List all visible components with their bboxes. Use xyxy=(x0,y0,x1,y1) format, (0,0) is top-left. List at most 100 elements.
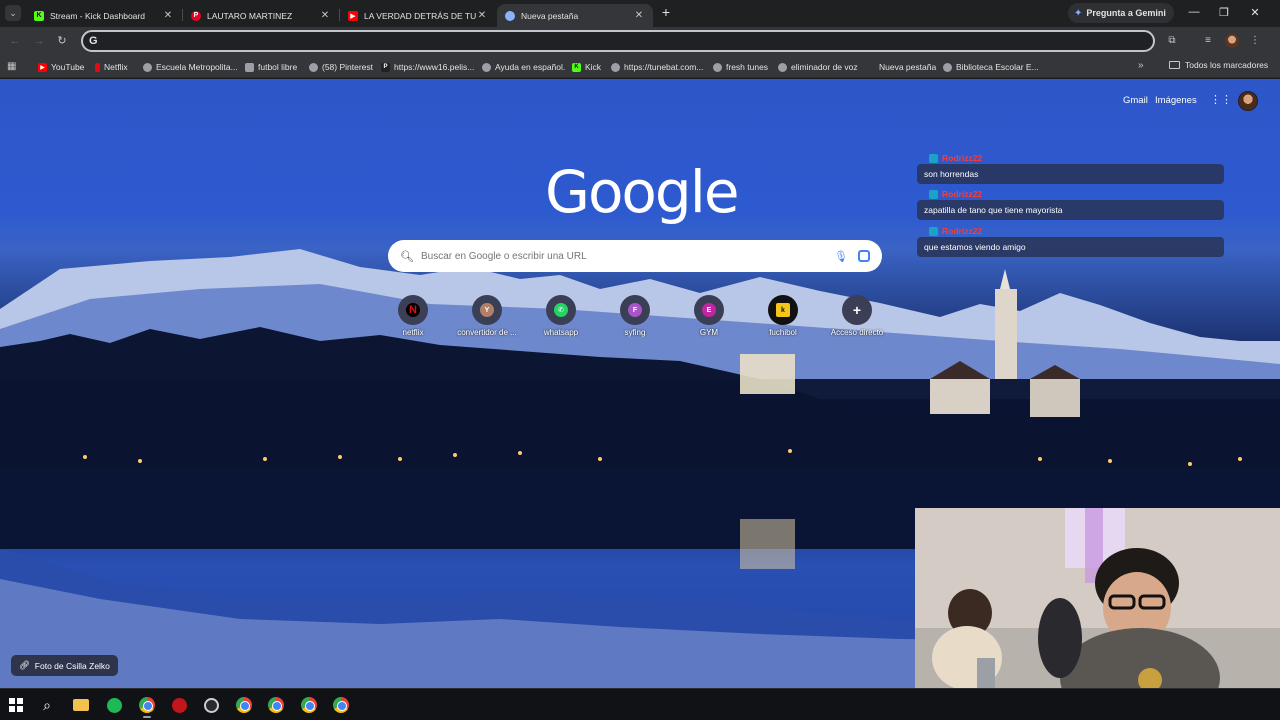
bookmark-label: eliminador de voz xyxy=(791,62,858,72)
address-bar[interactable]: G xyxy=(81,30,1155,52)
tab-title: Nueva pestaña xyxy=(521,10,579,21)
bookmark-eliminador[interactable]: eliminador de voz xyxy=(778,60,858,74)
whatsapp-icon: ✆ xyxy=(554,303,568,317)
tab-youtube-video[interactable]: ▶ LA VERDAD DETRÁS DE TU CON ✕ xyxy=(340,4,496,27)
shortcut-icon-circle: Y xyxy=(472,295,502,325)
shortcut-whatsapp[interactable]: ✆ whatsapp xyxy=(524,293,598,337)
close-window-button[interactable]: ✕ xyxy=(1247,6,1263,19)
bookmark-label: Kick xyxy=(585,62,602,72)
tab-new-tab[interactable]: Nueva pestaña ✕ xyxy=(497,4,653,27)
forward-button[interactable]: → xyxy=(32,34,46,48)
search-box[interactable]: 🔍︎ 🎙︎ xyxy=(388,240,882,272)
minimize-button[interactable]: — xyxy=(1186,6,1202,18)
new-tab-button[interactable]: + xyxy=(659,4,673,20)
chat-username: Rodrizz22 xyxy=(942,153,983,163)
bookmark-netflix[interactable]: Netflix xyxy=(95,60,128,74)
tab-search-button[interactable]: ⌄ xyxy=(5,5,21,21)
windows-start-icon[interactable] xyxy=(6,695,26,715)
maximize-button[interactable]: ❐ xyxy=(1216,6,1232,19)
shortcut-label: netflix xyxy=(402,328,424,337)
chat-text: son horrendas xyxy=(917,164,1224,184)
back-button[interactable]: ← xyxy=(8,34,22,48)
bookmark-futbol-libre[interactable]: futbol libre xyxy=(245,60,297,74)
shortcut-netflix[interactable]: N netflix xyxy=(376,293,450,337)
google-lens-icon[interactable] xyxy=(858,250,870,262)
images-link[interactable]: Imágenes xyxy=(1155,95,1197,106)
google-logo: Google xyxy=(545,158,740,226)
bookmark-kick[interactable]: K Kick xyxy=(572,60,601,74)
close-icon[interactable]: ✕ xyxy=(633,10,645,21)
chat-message: Rodrizz22 son horrendas xyxy=(917,152,1224,184)
close-icon[interactable]: ✕ xyxy=(162,10,174,21)
shortcut-label: Acceso directo xyxy=(830,328,884,337)
chrome-profile-icon[interactable] xyxy=(234,695,254,715)
bookmark-label: Escuela Metropolita... xyxy=(156,62,238,72)
chat-message: Rodrizz22 que estamos viendo amigo xyxy=(917,225,1224,257)
bookmark-nueva-pestana[interactable]: Nueva pestaña xyxy=(879,60,936,74)
menu-icon[interactable]: ⋮ xyxy=(1249,35,1261,47)
user-badge-icon xyxy=(929,153,938,163)
shortcut-icon-circle: ✆ xyxy=(546,295,576,325)
chrome-profile-icon[interactable] xyxy=(266,695,286,715)
gmail-link[interactable]: Gmail xyxy=(1123,95,1148,106)
more-bookmarks-icon[interactable]: » xyxy=(1138,60,1144,71)
netflix-icon: N xyxy=(406,303,420,317)
youtube-icon: ▶ xyxy=(38,62,47,72)
chrome-icon[interactable] xyxy=(137,695,157,718)
shortcut-gym[interactable]: E GYM xyxy=(672,293,746,337)
shortcut-syfing[interactable]: F syfing xyxy=(598,293,672,337)
bookmark-biblioteca[interactable]: Biblioteca Escolar E... xyxy=(943,60,1039,74)
all-bookmarks-button[interactable]: Todos los marcadores xyxy=(1169,60,1268,70)
tab-kick-dashboard[interactable]: K Stream - Kick Dashboard ✕ xyxy=(26,4,182,27)
spotify-icon[interactable] xyxy=(104,695,124,715)
apps-icon[interactable]: ▦ xyxy=(7,61,18,72)
bookmark-label: (58) Pinterest xyxy=(322,62,374,72)
red-app-icon[interactable] xyxy=(169,695,189,715)
shortcut-label: whatsapp xyxy=(543,328,579,337)
shortcut-label: GYM xyxy=(699,328,719,337)
webcam-feed xyxy=(915,508,1280,688)
youtube-icon: ▶ xyxy=(348,10,358,21)
reload-button[interactable]: ↻ xyxy=(55,34,69,48)
tab-pinterest[interactable]: P LAUTARO MARTINEZ ✕ xyxy=(183,4,339,27)
plus-icon: + xyxy=(852,302,862,318)
google-account-avatar[interactable] xyxy=(1238,91,1258,111)
bookmark-label: Nueva pestaña xyxy=(879,62,937,72)
chat-text: zapatilla de tano que tiene mayorista xyxy=(917,200,1224,220)
search-input[interactable] xyxy=(421,250,834,262)
bookmark-escuela[interactable]: Escuela Metropolita... xyxy=(143,60,238,74)
obs-icon[interactable] xyxy=(201,695,221,715)
shortcut-icon-circle: E xyxy=(694,295,724,325)
extensions-icon[interactable]: ⧉ xyxy=(1166,35,1178,47)
shortcut-icon-circle: F xyxy=(620,295,650,325)
chat-message: Rodrizz22 zapatilla de tano que tiene ma… xyxy=(917,188,1224,220)
photo-credit-link[interactable]: 🔗︎ Foto de Csilla Zelko xyxy=(11,655,118,676)
tab-title: LA VERDAD DETRÁS DE TU CON xyxy=(364,10,476,21)
gemini-button[interactable]: ✦ Pregunta a Gemini xyxy=(1068,3,1174,23)
chrome-profile-icon[interactable] xyxy=(331,695,351,715)
bookmarks-bar: ▦ ▶ YouTube Netflix Escuela Metropolita.… xyxy=(0,56,1280,78)
file-explorer-icon[interactable] xyxy=(71,695,91,715)
google-apps-icon[interactable]: ⋮⋮ xyxy=(1210,94,1232,106)
bookmark-pelis[interactable]: P https://www16.pelis... xyxy=(381,60,474,74)
bookmark-youtube[interactable]: ▶ YouTube xyxy=(38,60,84,74)
profile-avatar[interactable] xyxy=(1225,34,1239,48)
media-control-icon[interactable]: ≡ xyxy=(1202,35,1214,47)
search-icon[interactable]: ⌕ xyxy=(37,695,57,715)
chat-text: que estamos viendo amigo xyxy=(917,237,1224,257)
bookmark-label: Ayuda en español. xyxy=(495,62,566,72)
microphone-icon[interactable]: 🎙︎ xyxy=(834,250,848,263)
bookmark-ayuda[interactable]: Ayuda en español. xyxy=(482,60,565,74)
plus-icon: + xyxy=(661,4,671,20)
close-icon[interactable]: ✕ xyxy=(319,10,331,21)
close-icon[interactable]: ✕ xyxy=(476,10,488,21)
bookmark-pinterest[interactable]: (58) Pinterest xyxy=(309,60,373,74)
gemini-label: Pregunta a Gemini xyxy=(1086,8,1166,18)
bookmark-fresh-tunes[interactable]: fresh tunes xyxy=(713,60,768,74)
shortcut-fuchibol[interactable]: k fuchibol xyxy=(746,293,820,337)
shortcut-icon-circle: + xyxy=(842,295,872,325)
bookmark-tunebat[interactable]: https://tunebat.com... xyxy=(611,60,703,74)
shortcut-add[interactable]: + Acceso directo xyxy=(820,293,894,337)
shortcut-convertidor[interactable]: Y convertidor de ... xyxy=(450,293,524,337)
chrome-profile-icon[interactable] xyxy=(299,695,319,715)
